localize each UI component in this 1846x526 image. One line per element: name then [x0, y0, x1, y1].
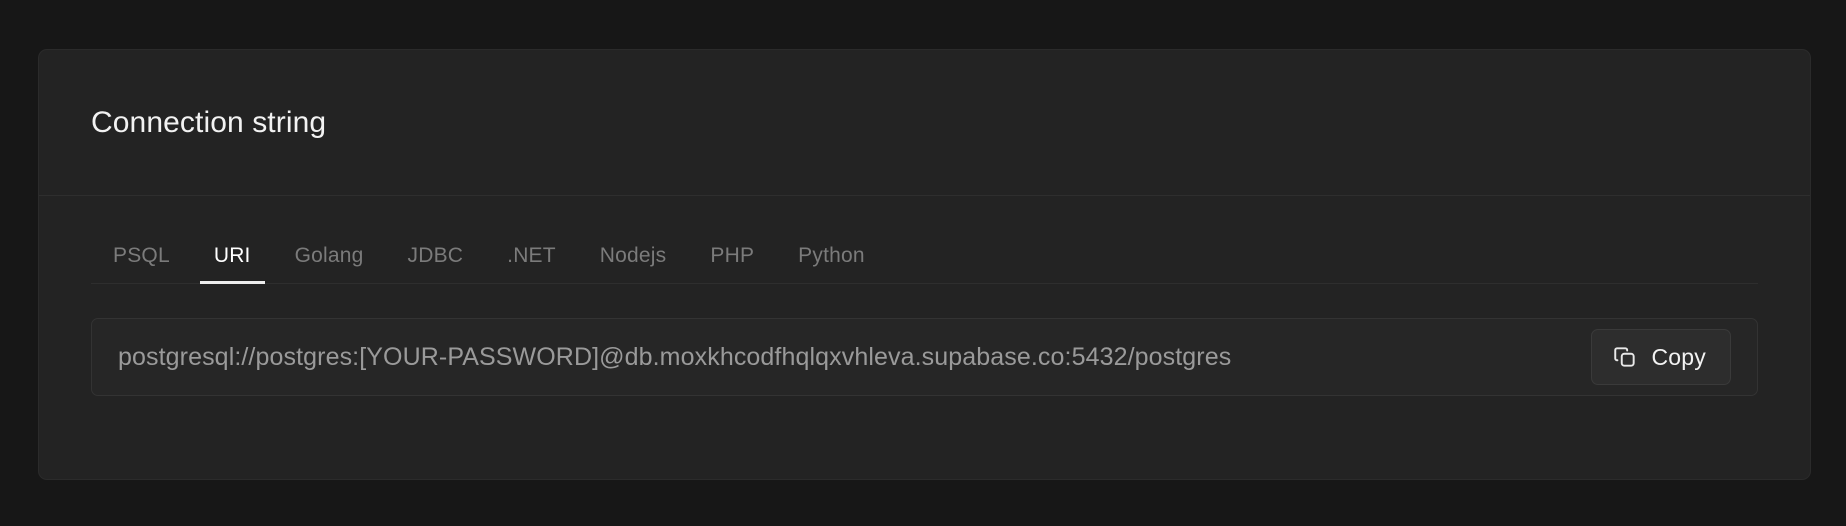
- connection-string-card: Connection string PSQL URI Golang JDBC .…: [38, 49, 1811, 480]
- connection-string-value: postgresql://postgres:[YOUR-PASSWORD]@db…: [118, 342, 1232, 371]
- tab-uri[interactable]: URI: [192, 244, 273, 284]
- copy-button-label: Copy: [1651, 343, 1706, 370]
- copy-icon: [1613, 347, 1635, 367]
- tab-python[interactable]: Python: [776, 244, 887, 284]
- connection-string-field-wrap: postgresql://postgres:[YOUR-PASSWORD]@db…: [91, 318, 1758, 396]
- tab-dotnet[interactable]: .NET: [485, 244, 578, 284]
- connection-string-input[interactable]: postgresql://postgres:[YOUR-PASSWORD]@db…: [91, 318, 1758, 396]
- tab-jdbc[interactable]: JDBC: [386, 244, 486, 284]
- card-header: Connection string: [39, 50, 1810, 195]
- tab-psql[interactable]: PSQL: [91, 244, 192, 284]
- tab-label: PHP: [710, 244, 755, 267]
- tab-label: Nodejs: [599, 244, 667, 267]
- tab-label: .NET: [507, 244, 556, 267]
- copy-button[interactable]: Copy: [1590, 329, 1731, 385]
- tab-php[interactable]: PHP: [688, 244, 776, 284]
- screen-root: Connection string PSQL URI Golang JDBC .…: [0, 0, 1846, 526]
- tab-label: Python: [798, 244, 865, 267]
- card-body: PSQL URI Golang JDBC .NET Nodejs PHP Pyt…: [39, 196, 1810, 396]
- tab-golang[interactable]: Golang: [273, 244, 386, 284]
- tab-label: PSQL: [113, 244, 170, 267]
- tab-label: URI: [213, 244, 251, 267]
- tab-label: JDBC: [407, 244, 464, 267]
- connection-type-tabs: PSQL URI Golang JDBC .NET Nodejs PHP Pyt…: [91, 196, 1758, 284]
- tab-nodejs[interactable]: Nodejs: [578, 244, 689, 284]
- tab-label: Golang: [294, 244, 364, 267]
- page-title: Connection string: [91, 105, 327, 139]
